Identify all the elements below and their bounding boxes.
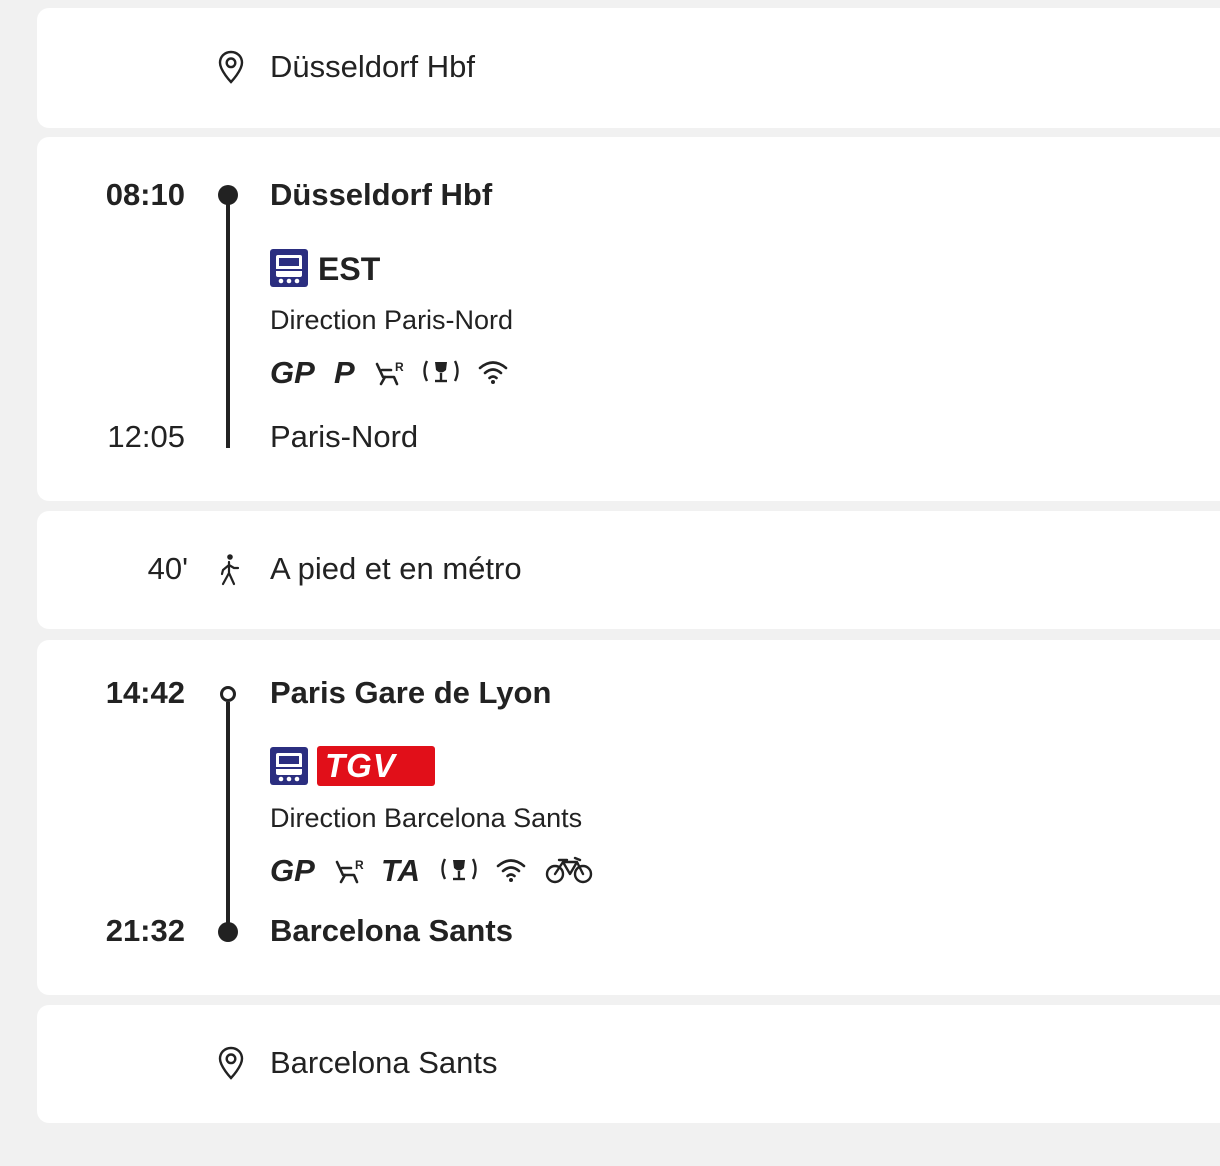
origin-station: Düsseldorf Hbf (270, 49, 476, 84)
wifi-icon (478, 361, 508, 384)
service-gp: GP (270, 853, 315, 888)
leg2-departure-station: Paris Gare de Lyon (270, 675, 552, 710)
transfer-label: A pied et en métro (270, 551, 522, 586)
leg2-arrival-station: Barcelona Sants (270, 913, 513, 948)
leg1-departure-time: 08:10 (105, 177, 185, 212)
bar-service-icon (423, 360, 459, 383)
bar-service-icon (441, 858, 477, 881)
leg2-timeline (226, 702, 230, 930)
wifi-icon (496, 859, 526, 882)
destination-card (37, 1005, 1220, 1123)
leg1-line-name: EST (318, 251, 381, 287)
walking-person-icon (220, 554, 240, 586)
leg1-departure-station: Düsseldorf Hbf (270, 177, 493, 212)
reserved-seat-icon: R (335, 858, 364, 884)
service-ta: TA (381, 853, 421, 888)
leg1-direction: Direction Paris-Nord (270, 305, 514, 335)
leg1-timeline (226, 195, 230, 448)
destination-station: Barcelona Sants (270, 1045, 498, 1080)
svg-text:R: R (395, 360, 404, 374)
svg-text:R: R (355, 858, 364, 872)
leg1-arrival-time: 12:05 (107, 419, 185, 454)
bicycle-icon (545, 856, 593, 884)
transfer-duration: 40' (147, 551, 188, 586)
leg2-departure-ring (220, 686, 236, 702)
origin-card (37, 8, 1220, 128)
leg2-direction: Direction Barcelona Sants (270, 803, 583, 833)
leg2-card[interactable] (37, 640, 1220, 995)
map-pin-icon (218, 50, 244, 84)
service-p: P (334, 355, 355, 390)
service-gp: GP (270, 355, 315, 390)
leg2-arrival-time: 21:32 (105, 913, 185, 948)
leg2-arrival-dot (218, 922, 238, 942)
tgv-line-badge: TGV (317, 746, 435, 786)
leg1-card[interactable] (37, 137, 1220, 501)
transfer-card[interactable] (37, 511, 1220, 629)
map-pin-icon (218, 1046, 244, 1080)
train-icon (270, 249, 308, 287)
leg2-departure-time: 14:42 (105, 675, 185, 710)
reserved-seat-icon: R (375, 360, 404, 386)
train-icon (270, 747, 308, 785)
leg1-arrival-station: Paris-Nord (270, 419, 419, 454)
